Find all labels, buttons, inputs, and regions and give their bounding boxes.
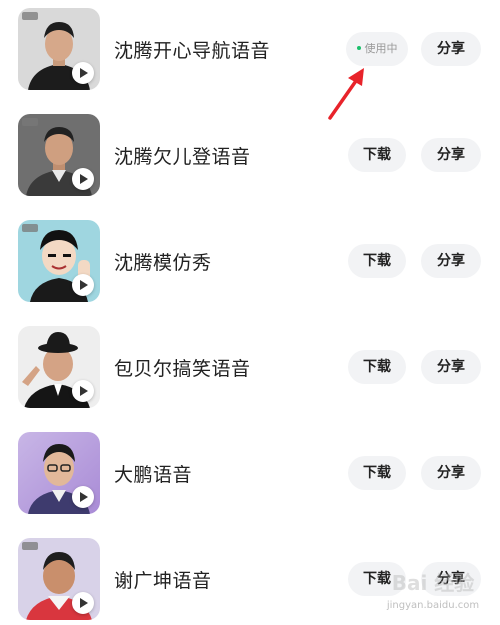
svg-text:Bai 经验: Bai 经验 <box>392 571 475 595</box>
voice-title: 大鹏语音 <box>114 464 193 486</box>
list-item[interactable]: 沈腾开心导航语音 使用中 分享 <box>0 0 500 106</box>
voice-package-list: 沈腾开心导航语音 使用中 分享 沈腾欠儿登语音 下载 分享 沈腾模仿秀 下载 分… <box>0 0 500 625</box>
list-item[interactable]: 沈腾模仿秀 下载 分享 <box>0 212 500 318</box>
voice-thumbnail[interactable] <box>18 8 100 90</box>
voice-title: 包贝尔搞笑语音 <box>114 358 251 380</box>
watermark-logo-icon: Bai 经验 <box>392 571 475 595</box>
voice-thumbnail[interactable] <box>18 432 100 514</box>
list-item[interactable]: 沈腾欠儿登语音 下载 分享 <box>0 106 500 212</box>
voice-thumbnail[interactable] <box>18 220 100 302</box>
tag-badge <box>22 118 38 126</box>
watermark: Bai 经验 jingyan.baidu.com <box>378 566 488 620</box>
download-button[interactable]: 下载 <box>348 456 406 490</box>
tag-badge <box>22 12 38 20</box>
watermark-text: jingyan.baidu.com <box>386 600 480 611</box>
list-item[interactable]: 包贝尔搞笑语音 下载 分享 <box>0 318 500 424</box>
play-icon[interactable] <box>72 486 94 508</box>
share-button[interactable]: 分享 <box>421 32 481 66</box>
play-icon[interactable] <box>72 592 94 614</box>
tag-badge <box>22 224 38 232</box>
download-button[interactable]: 下载 <box>348 350 406 384</box>
voice-title: 沈腾开心导航语音 <box>114 40 271 62</box>
download-button[interactable]: 下载 <box>348 138 406 172</box>
voice-title: 谢广坤语音 <box>114 570 212 592</box>
download-button[interactable]: 下载 <box>348 244 406 278</box>
play-icon[interactable] <box>72 380 94 402</box>
voice-title: 沈腾模仿秀 <box>114 252 212 274</box>
share-button[interactable]: 分享 <box>421 138 481 172</box>
voice-thumbnail[interactable] <box>18 114 100 196</box>
voice-thumbnail[interactable] <box>18 538 100 620</box>
in-use-status: 使用中 <box>346 32 408 66</box>
play-icon[interactable] <box>72 62 94 84</box>
play-icon[interactable] <box>72 168 94 190</box>
annotation-arrow-icon <box>328 68 364 120</box>
status-dot-icon <box>356 46 361 50</box>
share-button[interactable]: 分享 <box>421 350 481 384</box>
status-label: 使用中 <box>364 42 398 55</box>
play-icon[interactable] <box>72 274 94 296</box>
voice-thumbnail[interactable] <box>18 326 100 408</box>
share-button[interactable]: 分享 <box>421 244 481 278</box>
list-item[interactable]: 大鹏语音 下载 分享 <box>0 424 500 530</box>
voice-title: 沈腾欠儿登语音 <box>114 146 251 168</box>
tag-badge <box>22 542 38 550</box>
share-button[interactable]: 分享 <box>421 456 481 490</box>
